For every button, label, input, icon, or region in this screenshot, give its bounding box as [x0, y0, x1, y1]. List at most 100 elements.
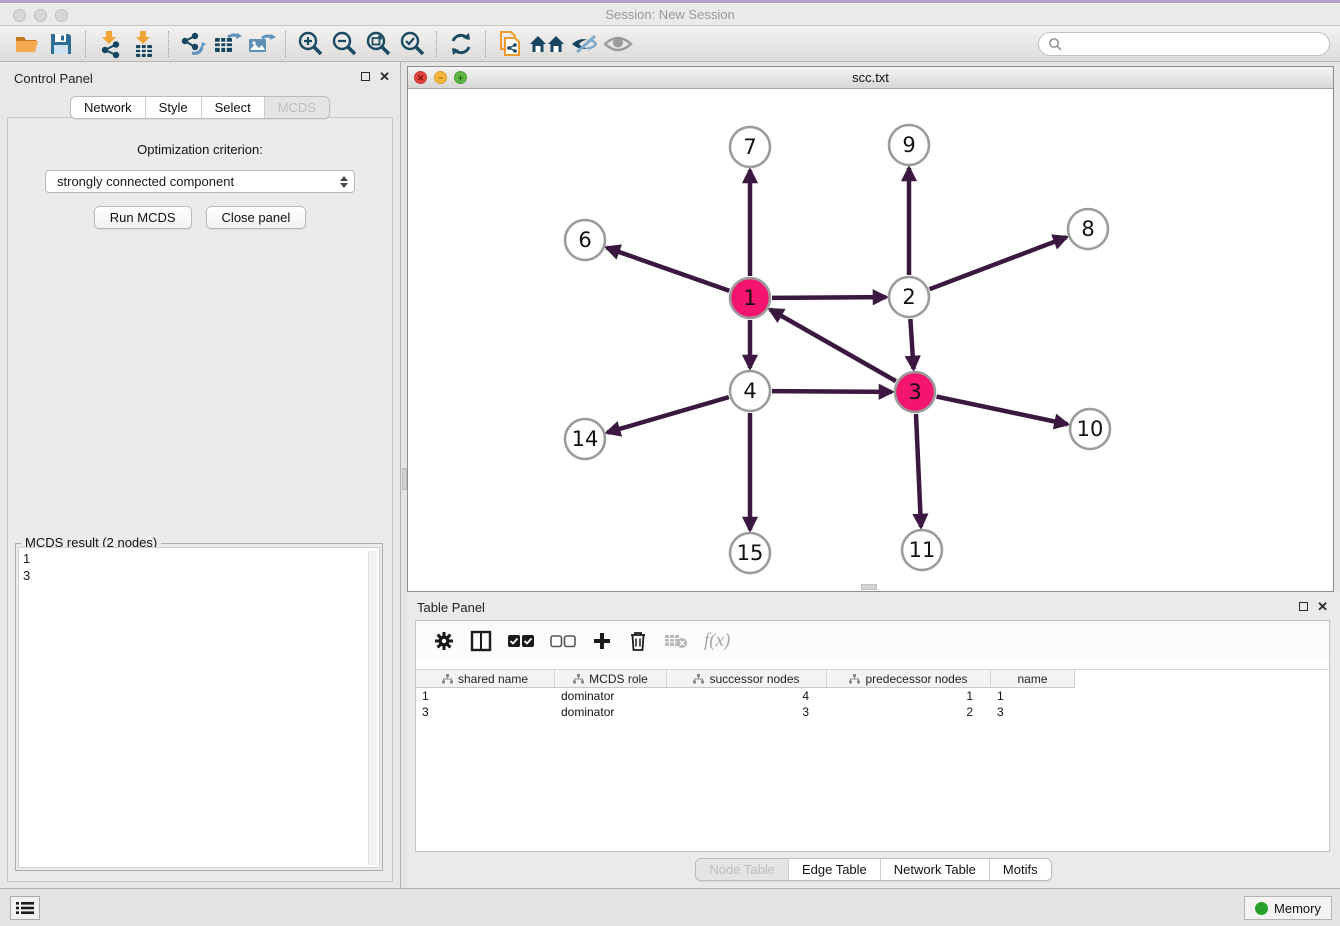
column-header-label: shared name: [458, 672, 528, 686]
graph-edge-2-3[interactable]: [910, 319, 913, 369]
search-input[interactable]: [1067, 37, 1320, 51]
toolbar-separator: [85, 31, 86, 57]
optimization-criterion-value: strongly connected component: [57, 174, 340, 189]
import-network-button[interactable]: [93, 28, 127, 60]
graph-edge-1-6[interactable]: [607, 248, 730, 291]
table-cell[interactable]: 1: [416, 688, 555, 704]
import-table-button[interactable]: [127, 28, 161, 60]
column-sort-icon: [849, 674, 860, 684]
tab-node-table[interactable]: Node Table: [696, 859, 788, 880]
table-cell[interactable]: 3: [667, 704, 827, 720]
tab-mcds[interactable]: MCDS: [264, 97, 329, 118]
export-image-button[interactable]: [244, 28, 278, 60]
network-window-titlebar[interactable]: ✕ − + scc.txt: [408, 67, 1333, 89]
float-table-panel-icon[interactable]: [1299, 602, 1308, 611]
duplicate-network-button[interactable]: [493, 28, 527, 60]
column-sort-icon: [442, 674, 453, 684]
column-layout-icon[interactable]: [470, 630, 492, 652]
close-panel-icon[interactable]: ✕: [379, 71, 390, 82]
graph-node-label-4: 4: [743, 379, 756, 403]
vertical-splitter[interactable]: [400, 62, 407, 888]
search-box[interactable]: [1038, 32, 1330, 56]
table-cell[interactable]: 4: [667, 688, 827, 704]
column-header-shared-name[interactable]: shared name: [416, 670, 555, 688]
network-canvas-svg[interactable]: 7968124314101511: [408, 89, 1333, 592]
import-network-icon: [96, 29, 124, 59]
table-cell[interactable]: 1: [991, 688, 1075, 704]
result-scrollbar[interactable]: [368, 551, 377, 865]
tab-network-table[interactable]: Network Table: [880, 859, 989, 880]
memory-button[interactable]: Memory: [1244, 896, 1332, 920]
table-row[interactable]: 3dominator323: [416, 704, 1329, 720]
optimization-criterion-label: Optimization criterion:: [8, 142, 392, 157]
mcds-result-text[interactable]: 1 3: [18, 547, 380, 868]
export-table-button[interactable]: [210, 28, 244, 60]
node-table-grid: shared name MCDS rolesuccessor nodes prede…: [416, 669, 1329, 851]
column-header-label: predecessor nodes: [865, 672, 967, 686]
close-panel-button[interactable]: Close panel: [206, 206, 307, 229]
add-row-icon[interactable]: [592, 631, 612, 651]
column-header-label: name: [1017, 672, 1047, 686]
memory-status-icon: [1255, 902, 1268, 915]
refresh-view-button[interactable]: [444, 28, 478, 60]
toolbar-separator: [485, 31, 486, 57]
table-cell[interactable]: dominator: [555, 704, 667, 720]
tab-select[interactable]: Select: [201, 97, 264, 118]
close-table-panel-icon[interactable]: ✕: [1317, 601, 1328, 612]
settings-gear-icon[interactable]: [434, 631, 454, 651]
zoom-out-button[interactable]: [327, 28, 361, 60]
graph-edge-3-11[interactable]: [916, 414, 921, 527]
delete-row-trash-icon[interactable]: [628, 630, 648, 652]
column-header-successor-nodes[interactable]: successor nodes: [667, 670, 827, 688]
zoom-in-icon: [296, 30, 324, 58]
search-icon: [1048, 37, 1062, 51]
hide-details-button[interactable]: [567, 28, 601, 60]
tab-edge-table[interactable]: Edge Table: [788, 859, 880, 880]
show-panels-button[interactable]: [10, 896, 40, 920]
duplicate-pages-icon: [496, 29, 524, 59]
graph-edge-4-14[interactable]: [607, 397, 729, 432]
graph-edge-4-3[interactable]: [772, 391, 892, 392]
tab-network[interactable]: Network: [71, 97, 145, 118]
tab-style[interactable]: Style: [145, 97, 201, 118]
optimization-criterion-select[interactable]: strongly connected component: [45, 170, 355, 193]
column-header-predecessor-nodes[interactable]: predecessor nodes: [827, 670, 991, 688]
graph-edge-2-8[interactable]: [930, 237, 1067, 289]
zoom-selected-icon: [398, 30, 426, 58]
memory-label: Memory: [1274, 901, 1321, 916]
zoom-selected-button[interactable]: [395, 28, 429, 60]
column-header-name[interactable]: name: [991, 670, 1075, 688]
save-session-button[interactable]: [44, 28, 78, 60]
table-cell[interactable]: 2: [827, 704, 991, 720]
graph-edge-3-1[interactable]: [770, 309, 896, 381]
export-table-icon: [212, 29, 242, 59]
deselect-all-checkboxes-icon[interactable]: [550, 634, 576, 648]
graph-edge-1-2[interactable]: [772, 297, 886, 298]
zoom-fit-button[interactable]: [361, 28, 395, 60]
home-layout-button[interactable]: [527, 28, 567, 60]
select-all-checkboxes-icon[interactable]: [508, 634, 534, 648]
function-builder-icon: f(x): [704, 630, 730, 652]
table-cell[interactable]: 3: [991, 704, 1075, 720]
graph-node-label-14: 14: [572, 427, 599, 451]
table-row[interactable]: 1dominator411: [416, 688, 1329, 704]
graph-node-label-11: 11: [909, 538, 936, 562]
run-mcds-button[interactable]: Run MCDS: [94, 206, 192, 229]
table-cell[interactable]: 1: [827, 688, 991, 704]
dropdown-stepper-icon: [340, 176, 348, 188]
open-session-button[interactable]: [10, 28, 44, 60]
network-resize-handle[interactable]: [861, 584, 877, 590]
table-cell[interactable]: 3: [416, 704, 555, 720]
show-details-button[interactable]: [601, 28, 635, 60]
export-network-button[interactable]: [176, 28, 210, 60]
column-header-MCDS-role[interactable]: MCDS role: [555, 670, 667, 688]
column-sort-icon: [573, 674, 584, 684]
export-network-icon: [178, 29, 208, 59]
table-cell[interactable]: dominator: [555, 688, 667, 704]
float-panel-icon[interactable]: [361, 72, 370, 81]
graph-node-label-7: 7: [743, 135, 756, 159]
tab-motifs[interactable]: Motifs: [989, 859, 1051, 880]
graph-edge-3-10[interactable]: [937, 397, 1068, 425]
zoom-in-button[interactable]: [293, 28, 327, 60]
graph-node-label-3: 3: [908, 380, 921, 404]
